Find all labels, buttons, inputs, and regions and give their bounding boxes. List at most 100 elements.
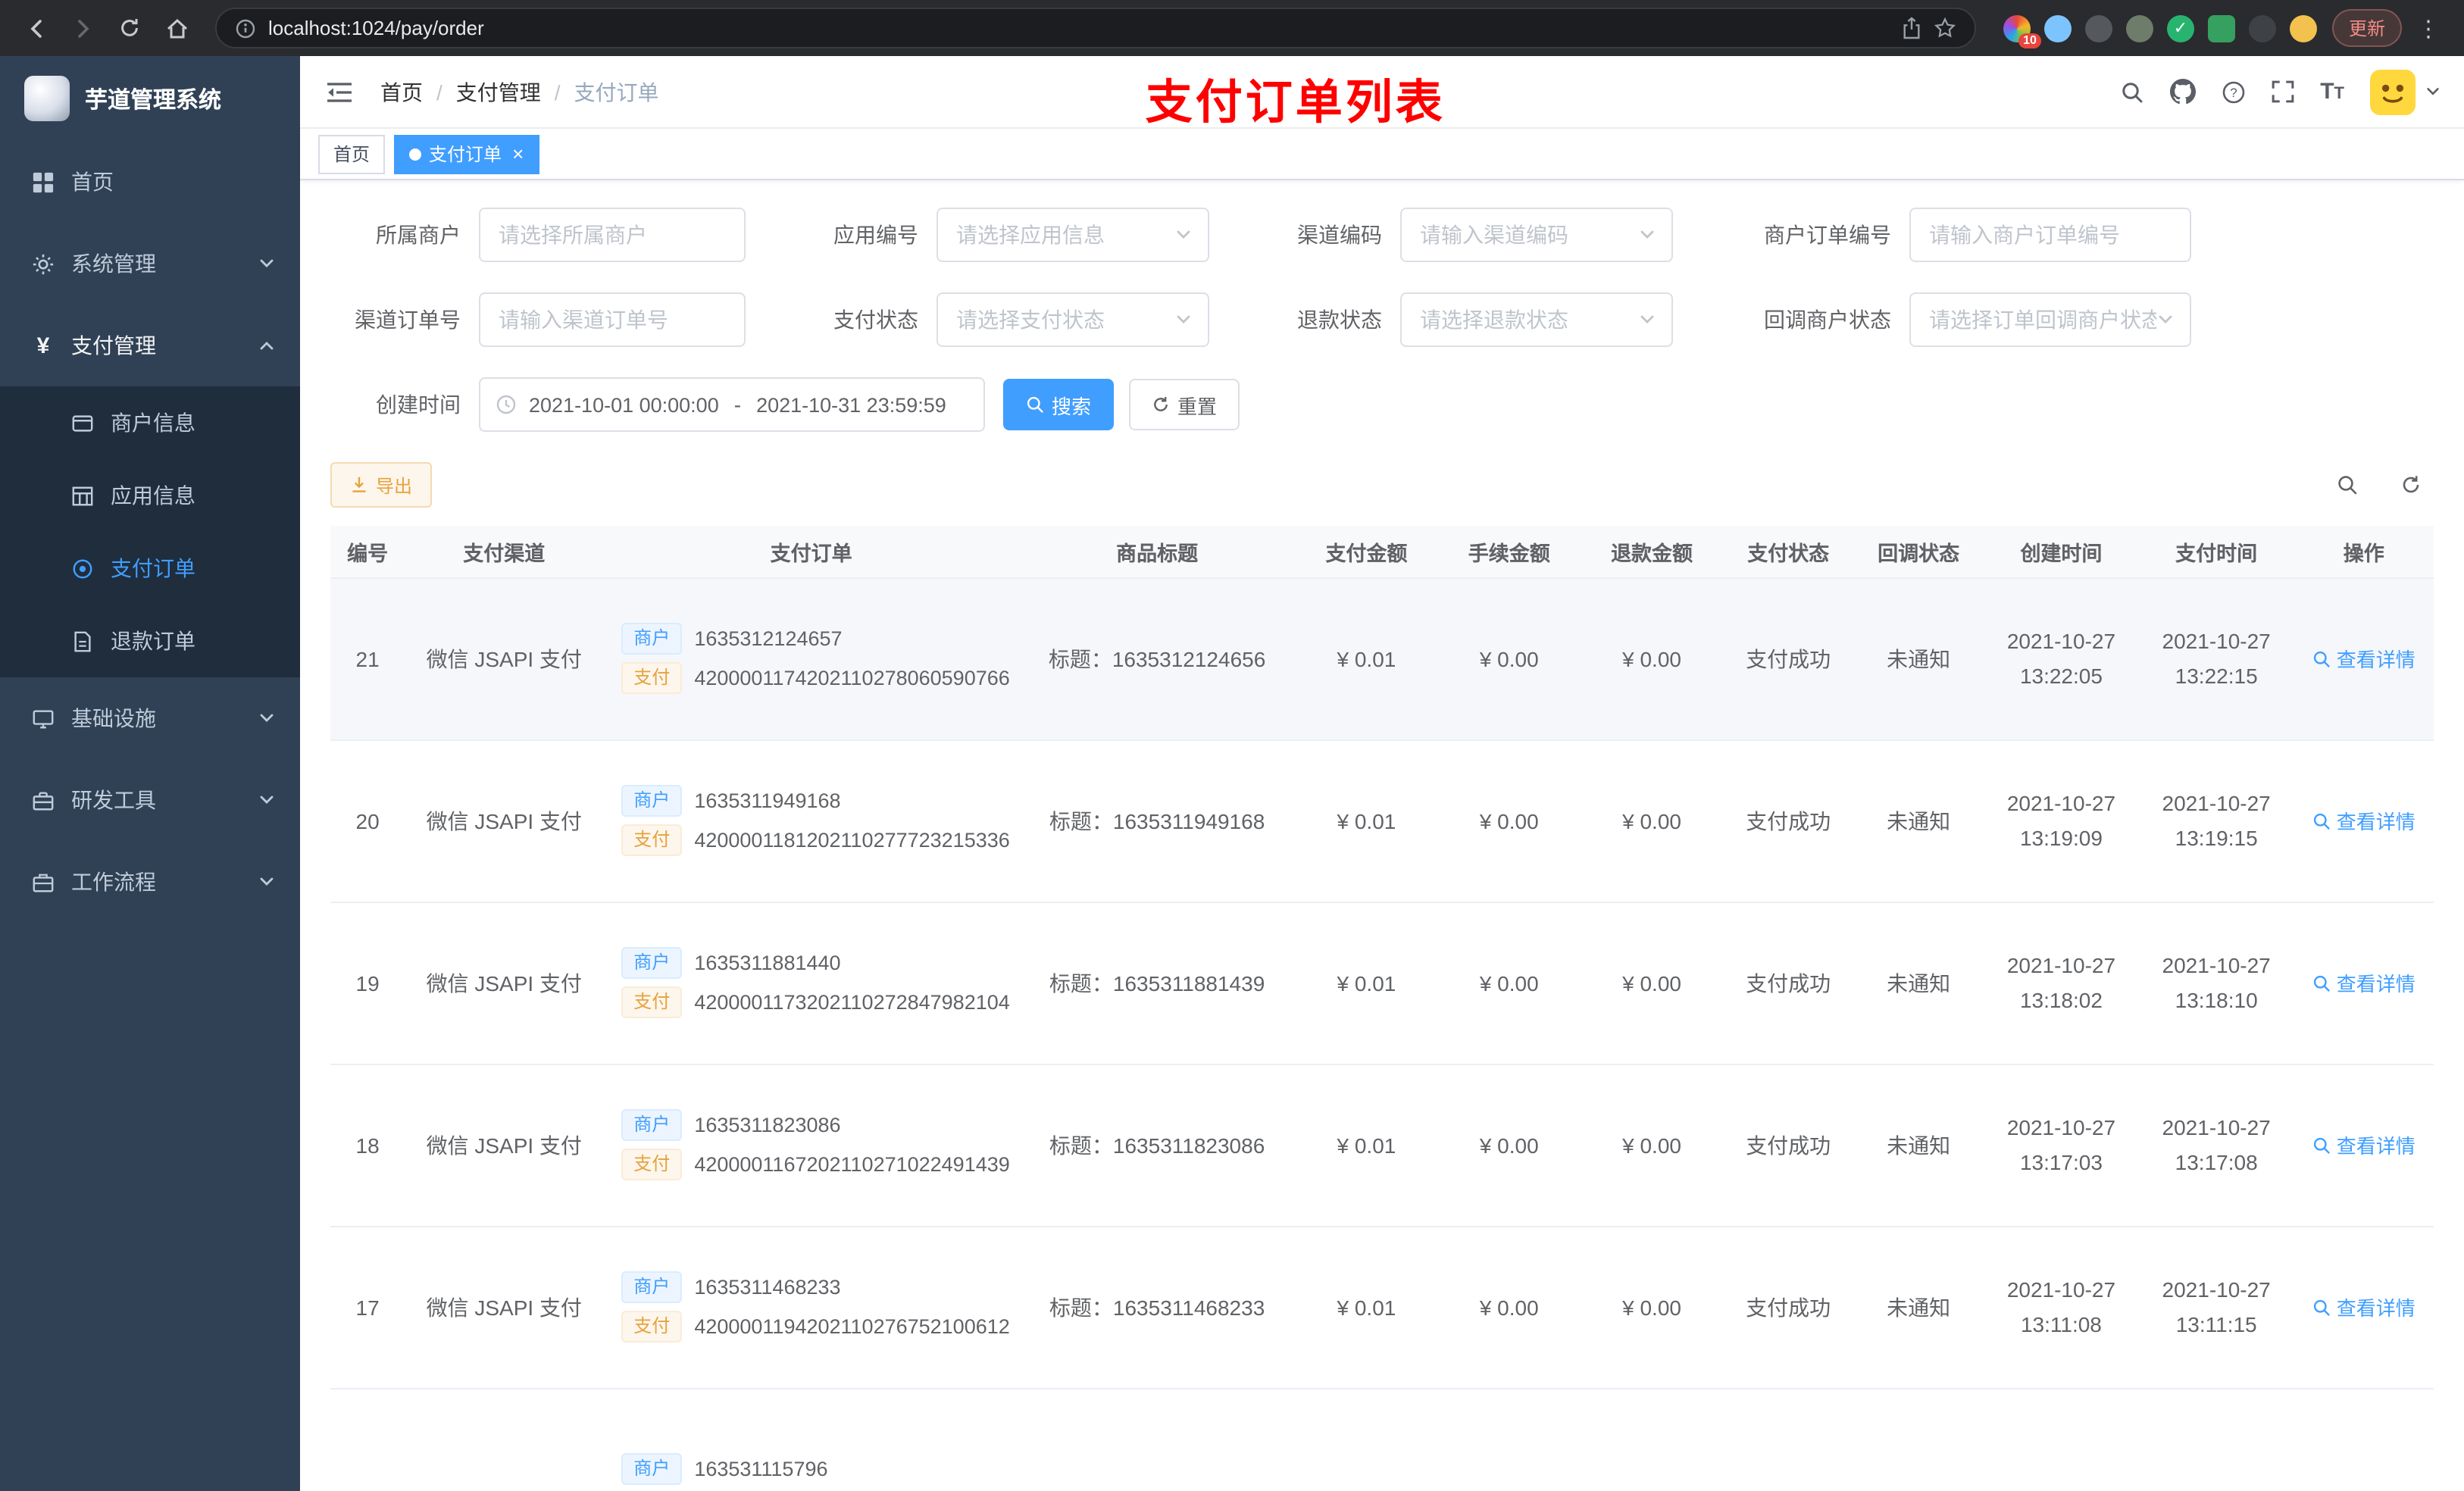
extension-icon[interactable] xyxy=(2248,14,2276,42)
merchant-order-no: 1635311468233 xyxy=(694,1276,841,1299)
sidebar-item-app-info[interactable]: 应用信息 xyxy=(0,459,300,532)
filter-label: 退款状态 xyxy=(1297,308,1382,332)
view-detail-link[interactable]: 查看详情 xyxy=(2312,1293,2416,1321)
extension-icon[interactable] xyxy=(2125,14,2153,42)
pay-order-no: 4200001194202110276752100612 xyxy=(694,1315,1010,1338)
cell-fee: ¥ 0.00 xyxy=(1437,902,1581,1064)
merchant-input[interactable] xyxy=(479,208,746,262)
channel-code-select[interactable]: 请输入渠道编码 xyxy=(1400,208,1673,262)
filter-label: 渠道编码 xyxy=(1297,223,1382,247)
hamburger-icon[interactable] xyxy=(323,80,365,104)
col-status: 支付状态 xyxy=(1723,526,1854,578)
chevron-down-icon xyxy=(258,791,276,809)
pay-status-select[interactable]: 请选择支付状态 xyxy=(937,292,1209,347)
export-button[interactable]: 导出 xyxy=(330,462,433,508)
cell-status: 支付成功 xyxy=(1723,577,1854,740)
col-title: 商品标题 xyxy=(1018,526,1296,578)
sidebar-item-label: 工作流程 xyxy=(71,870,156,894)
create-time-range-picker[interactable]: 2021-10-01 00:00:00 - 2021-10-31 23:59:5… xyxy=(479,377,985,432)
share-icon[interactable] xyxy=(1902,17,1921,39)
callback-status-select[interactable]: 请选择订单回调商户状态 xyxy=(1909,292,2191,347)
sidebar-item-pay-order[interactable]: 支付订单 xyxy=(0,532,300,605)
gear-icon xyxy=(30,252,56,275)
close-icon[interactable]: × xyxy=(509,144,524,164)
cell-notify xyxy=(1853,1388,1984,1491)
sidebar-item-system[interactable]: 系统管理 xyxy=(0,223,300,305)
cell-refund: ¥ 0.00 xyxy=(1580,902,1724,1064)
github-icon[interactable] xyxy=(2170,79,2197,105)
browser-menu-icon[interactable]: ⋮ xyxy=(2408,14,2449,42)
sidebar-item-refund-order[interactable]: 退款订单 xyxy=(0,605,300,677)
reload-icon[interactable] xyxy=(109,8,150,48)
cell-fee xyxy=(1437,1388,1581,1491)
fullscreen-icon[interactable] xyxy=(2272,80,2294,103)
col-create-time: 创建时间 xyxy=(1984,526,2139,578)
search-icon xyxy=(1027,396,1043,413)
cell-notify: 未通知 xyxy=(1853,577,1984,740)
url-bar[interactable]: localhost:1024/pay/order xyxy=(215,8,1976,48)
view-detail-link[interactable]: 查看详情 xyxy=(2312,806,2416,835)
breadcrumb-payment[interactable]: 支付管理 xyxy=(456,77,541,107)
tab-pay-order[interactable]: 支付订单 × xyxy=(394,134,539,173)
extension-icon[interactable] xyxy=(2289,14,2317,42)
bookmark-star-icon[interactable] xyxy=(1934,17,1956,39)
page-content: 所属商户 应用编号 请选择应用信息 渠道编码 请输入渠道编码 商户订单编号 xyxy=(300,180,2464,1491)
search-icon[interactable] xyxy=(2120,80,2144,104)
extension-icon[interactable] xyxy=(2207,14,2235,42)
sidebar-item-payment[interactable]: ¥ 支付管理 xyxy=(0,305,300,386)
sidebar-item-workflow[interactable]: 工作流程 xyxy=(0,841,300,923)
app-logo[interactable]: 芋道管理系统 xyxy=(0,56,300,141)
view-detail-link[interactable]: 查看详情 xyxy=(2312,1130,2416,1159)
site-info-icon[interactable] xyxy=(235,17,256,39)
caret-down-icon xyxy=(2427,88,2439,95)
cell-refund: ¥ 0.00 xyxy=(1580,1064,1724,1227)
breadcrumb-home[interactable]: 首页 xyxy=(380,77,423,107)
navbar-actions: ? TT xyxy=(2120,69,2441,114)
extension-icon[interactable] xyxy=(2084,14,2112,42)
cell-order: 商户 1635312124657 支付 4200001174202110278060… xyxy=(603,577,1019,740)
view-detail-link[interactable]: 查看详情 xyxy=(2312,644,2416,673)
sidebar-item-merchant-info[interactable]: 商户信息 xyxy=(0,386,300,459)
sidebar-item-label: 退款订单 xyxy=(111,629,195,653)
search-button[interactable]: 搜索 xyxy=(1003,379,1115,430)
cell-pay-time: 2021-10-27 13:19:15 xyxy=(2138,739,2294,902)
filter-row-1: 所属商户 应用编号 请选择应用信息 渠道编码 请输入渠道编码 商户订单编号 xyxy=(330,208,2434,262)
forward-icon[interactable] xyxy=(62,8,103,48)
chevron-down-icon xyxy=(1174,311,1193,329)
extensions-strip: 10 ✓ xyxy=(1994,14,2326,48)
view-detail-link[interactable]: 查看详情 xyxy=(2312,968,2416,997)
merchant-order-no-input[interactable] xyxy=(1909,208,2191,262)
tab-home[interactable]: 首页 xyxy=(318,134,386,173)
user-avatar[interactable] xyxy=(2370,69,2441,114)
refresh-table-icon[interactable] xyxy=(2388,462,2434,508)
sidebar-item-home[interactable]: 首页 xyxy=(0,141,300,223)
download-icon xyxy=(352,477,366,492)
search-icon xyxy=(2313,1299,2330,1315)
toggle-search-icon[interactable] xyxy=(2325,462,2370,508)
date-start: 2021-10-01 00:00:00 xyxy=(529,393,719,416)
sidebar-item-label: 商户信息 xyxy=(111,411,195,435)
extension-icon[interactable] xyxy=(2043,14,2072,42)
channel-order-no-input[interactable] xyxy=(479,292,746,347)
reset-button[interactable]: 重置 xyxy=(1129,379,1240,430)
back-icon[interactable] xyxy=(15,8,56,48)
merchant-order-no: 163531115796 xyxy=(694,1458,828,1480)
sidebar-item-dev-tools[interactable]: 研发工具 xyxy=(0,759,300,841)
col-pay-time: 支付时间 xyxy=(2138,526,2294,578)
refund-status-select[interactable]: 请选择退款状态 xyxy=(1400,292,1673,347)
home-icon[interactable] xyxy=(156,8,197,48)
chevron-up-icon xyxy=(258,336,276,355)
extension-icon[interactable]: 10 xyxy=(2003,14,2041,48)
font-size-icon[interactable]: TT xyxy=(2320,79,2344,105)
cell-title xyxy=(1018,1388,1296,1491)
sidebar-item-infrastructure[interactable]: 基础设施 xyxy=(0,677,300,759)
cell-fee: ¥ 0.00 xyxy=(1437,1064,1581,1227)
filter-row-2: 渠道订单号 支付状态 请选择支付状态 退款状态 请选择退款状态 回调商户状态 请… xyxy=(330,292,2434,347)
app-select[interactable]: 请选择应用信息 xyxy=(937,208,1209,262)
cell-amount: ¥ 0.01 xyxy=(1295,739,1438,902)
help-icon[interactable]: ? xyxy=(2222,80,2246,104)
table-row: 20 微信 JSAPI 支付 商户 1635311949168 支付 4200001… xyxy=(330,739,2434,902)
extension-icon[interactable]: ✓ xyxy=(2166,14,2194,42)
cell-pay-time: 2021-10-27 13:22:15 xyxy=(2138,577,2294,740)
browser-update-button[interactable]: 更新 xyxy=(2331,9,2402,47)
